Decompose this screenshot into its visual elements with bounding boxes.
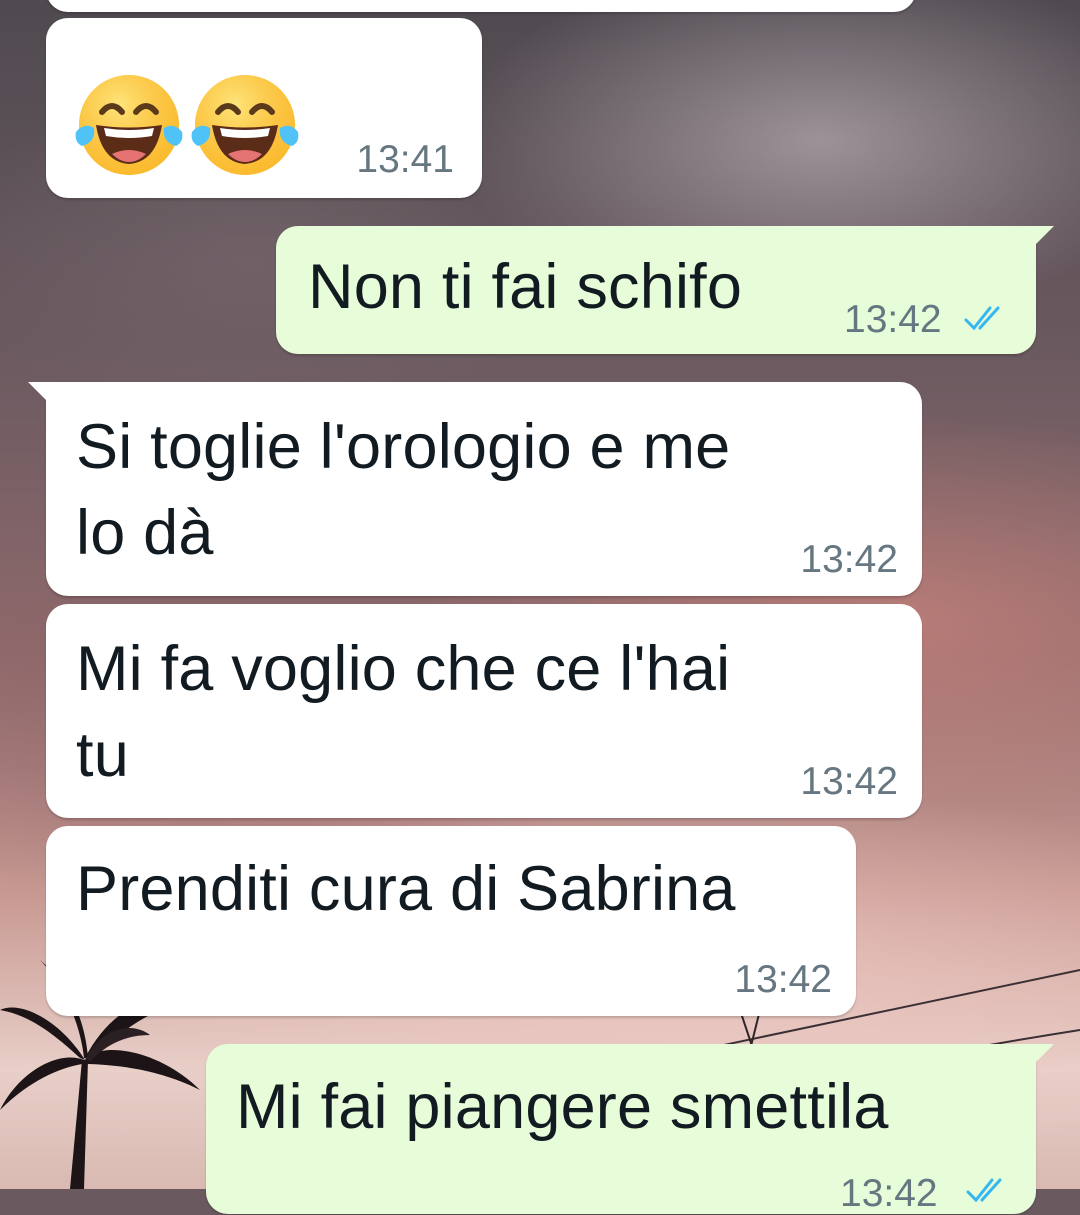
message-bubble-outgoing[interactable]: Non ti fai schifo 13:42 (276, 226, 1054, 354)
tears-of-joy-icon (191, 75, 299, 175)
read-ticks-icon (964, 306, 1000, 331)
message-bubble-previous[interactable] (46, 0, 916, 12)
message-text: Prenditi cura di Sabrina (76, 854, 736, 924)
tears-of-joy-icon (75, 75, 183, 175)
message-text: Mi fa voglio che ce l'hai tu (76, 634, 731, 790)
message-timestamp: 13:42 (840, 1172, 938, 1215)
message-timestamp: 13:41 (356, 138, 454, 181)
message-text: Non ti fai schifo (308, 252, 743, 322)
message-timestamp: 13:42 (800, 538, 898, 581)
message-timestamp: 13:42 (800, 760, 898, 803)
read-ticks-icon (966, 1178, 1002, 1203)
message-bubble-incoming[interactable]: Prenditi cura di Sabrina 13:42 (46, 826, 856, 1016)
message-timestamp: 13:42 (734, 958, 832, 1001)
message-bubble-incoming[interactable]: 13:41 (46, 18, 482, 198)
message-bubble-incoming[interactable]: Mi fa voglio che ce l'hai tu 13:42 (46, 604, 922, 818)
message-timestamp: 13:42 (844, 298, 942, 341)
message-text: Mi fai piangere smettila (236, 1072, 889, 1142)
message-text: Si toglie l'orologio e me lo dà (76, 412, 731, 568)
message-bubble-incoming[interactable]: Si toglie l'orologio e me lo dà 13:42 (28, 382, 922, 596)
